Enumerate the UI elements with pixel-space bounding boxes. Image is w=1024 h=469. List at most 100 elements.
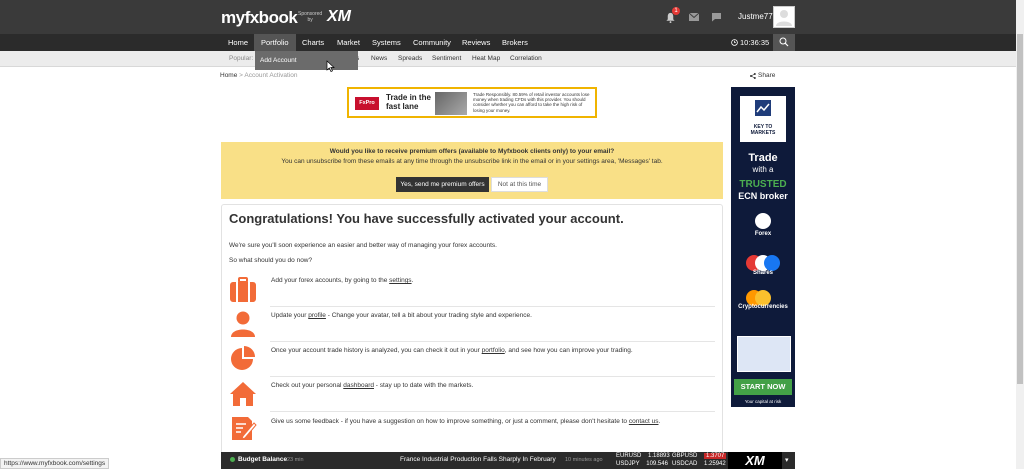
ad-headline-line2: fast lane [386,102,419,111]
share-label[interactable]: Share [758,72,775,79]
nav-home[interactable]: Home [221,34,255,51]
val-usdjpy: 109.546 [646,461,668,467]
sa-forex: Forex [754,231,772,237]
ticker-xm-logo[interactable]: XM [728,452,782,469]
step-divider [270,341,715,342]
step-4-end: - stay up to date with the markets. [374,382,474,389]
username[interactable]: Justme77 [738,12,773,21]
step-add-accounts: Add your forex accounts, by going to the… [271,277,711,284]
dashboard-link[interactable]: dashboard [343,382,374,389]
chevron-down-icon[interactable]: ▾ [785,456,789,464]
subnav-label: Popular: [229,55,254,62]
user-icon [231,311,255,337]
briefcase-icon [230,277,256,302]
sub-nav [0,51,1016,67]
subnav-spreads[interactable]: Spreads [398,55,422,62]
accept-offers-button[interactable]: Yes, send me premium offers [396,177,489,192]
mouse-pointer-icon [326,60,335,72]
step-feedback: Give us some feedback - if you have a su… [271,418,711,425]
quote-eurusd[interactable]: EURUSD 1.18893 [616,453,670,460]
chat-icon[interactable] [711,12,722,22]
mail-icon[interactable] [689,13,699,21]
step-divider [270,376,715,377]
top-banner-ad[interactable]: FxPro Trade in the fast lane Trade Respo… [347,87,597,118]
clock-icon [731,39,738,46]
sa-trusted: TRUSTED [739,179,787,190]
val-eurusd: 1.18893 [648,453,670,459]
ad-headline-line1: Trade in the [386,93,431,102]
top-bar [0,0,1016,34]
val-gbpusd: 1.3707 [704,453,727,459]
quote-gbpusd[interactable]: GBPUSD [672,453,697,460]
settings-link[interactable]: settings [389,277,411,284]
sponsor-line2: by [307,17,313,23]
step-4-text: Check out your personal [271,382,344,389]
nav-brokers[interactable]: Brokers [495,34,535,51]
scrollbar-thumb[interactable] [1017,34,1023,384]
pie-chart-icon [231,346,255,370]
myfxbook-logo[interactable]: myfxbook [221,8,298,28]
ad-disclaimer: Trade Responsibly. 80.59% of retail inve… [473,92,590,113]
subnav-heat-map[interactable]: Heat Map [472,55,500,62]
contact-us-link[interactable]: contact us [629,418,659,425]
pair-usdcad: USDCAD [672,461,698,467]
ticker-headline-time: 10 minutes ago [565,457,603,463]
nav-portfolio[interactable]: Portfolio [254,34,296,51]
step-divider [270,411,715,412]
quote-usdcad[interactable]: USDCAD 1.25942 [672,461,726,468]
page-title: Congratulations! You have successfully a… [229,211,624,226]
nav-market[interactable]: Market [330,34,367,51]
nav-charts[interactable]: Charts [295,34,331,51]
sa-trade: Trade [748,152,778,164]
subnav-correlation[interactable]: Correlation [510,55,542,62]
step-2-end: - Change your avatar, tell a bit about y… [325,312,532,319]
step-5-end: . [658,418,661,425]
nav-systems[interactable]: Systems [365,34,408,51]
subnav-news[interactable]: News [371,55,387,62]
step-dashboard: Check out your personal dashboard - stay… [271,382,711,389]
sa-ecn-broker: ECN broker [738,191,788,201]
profile-link[interactable]: profile [308,312,326,319]
forex-icon [755,213,771,229]
avatar-silhouette-icon [776,10,792,26]
ticker-event[interactable]: Budget Balance [238,456,287,463]
step-update-profile: Update your profile - Change your avatar… [271,312,711,319]
sa-logo-line2: MARKETS [750,130,776,136]
ad-image [435,92,467,115]
sa-trade-text: Trade with a [731,152,795,176]
ticker-event-time: 23 min [287,457,304,463]
fxpro-logo: FxPro [355,97,379,110]
sa-crypto: Cryptocurrencies [738,304,788,310]
feedback-icon [232,417,257,440]
subnav-sentiment[interactable]: Sentiment [432,55,461,62]
step-check-portfolio: Once your account trade history is analy… [271,347,711,354]
ticker-headline[interactable]: France Industrial Production Falls Sharp… [400,456,556,463]
ad-headline: Trade in the fast lane [386,93,431,111]
step-3-end: , and see how you can improve your tradi… [504,347,633,354]
step-divider [270,306,715,307]
breadcrumb-home[interactable]: Home [220,72,237,79]
portfolio-dropdown: Add Account [255,51,358,70]
start-now-button[interactable]: START NOW [734,379,792,395]
step-3-text: Once your account trade history is analy… [271,347,482,354]
breadcrumb: Home > Account Activation [220,72,298,79]
nav-reviews[interactable]: Reviews [455,34,497,51]
browser-status-url: https://www.myfxbook.com/settings [0,458,110,469]
step-1-text: Add your forex accounts, by going to the [271,277,390,284]
portfolio-link[interactable]: portfolio [482,347,505,354]
sa-disclaimer: Your capital at risk [744,399,782,404]
sa-with-a: with a [752,165,774,174]
breadcrumb-separator: > [239,72,243,79]
share-icon[interactable] [750,73,756,79]
keytomarkets-text: KEY TO MARKETS [740,124,786,136]
pair-usdjpy: USDJPY [616,461,640,467]
home-icon [230,382,256,406]
val-usdcad: 1.25942 [704,461,726,467]
search-icon [779,37,789,47]
nav-community[interactable]: Community [406,34,458,51]
dropdown-add-account[interactable]: Add Account [260,57,297,64]
pair-eurusd: EURUSD [616,453,642,459]
quote-usdjpy[interactable]: USDJPY 109.546 [616,461,668,468]
xm-logo[interactable]: XM [327,8,351,26]
decline-offers-button[interactable]: Not at this time [491,177,548,192]
